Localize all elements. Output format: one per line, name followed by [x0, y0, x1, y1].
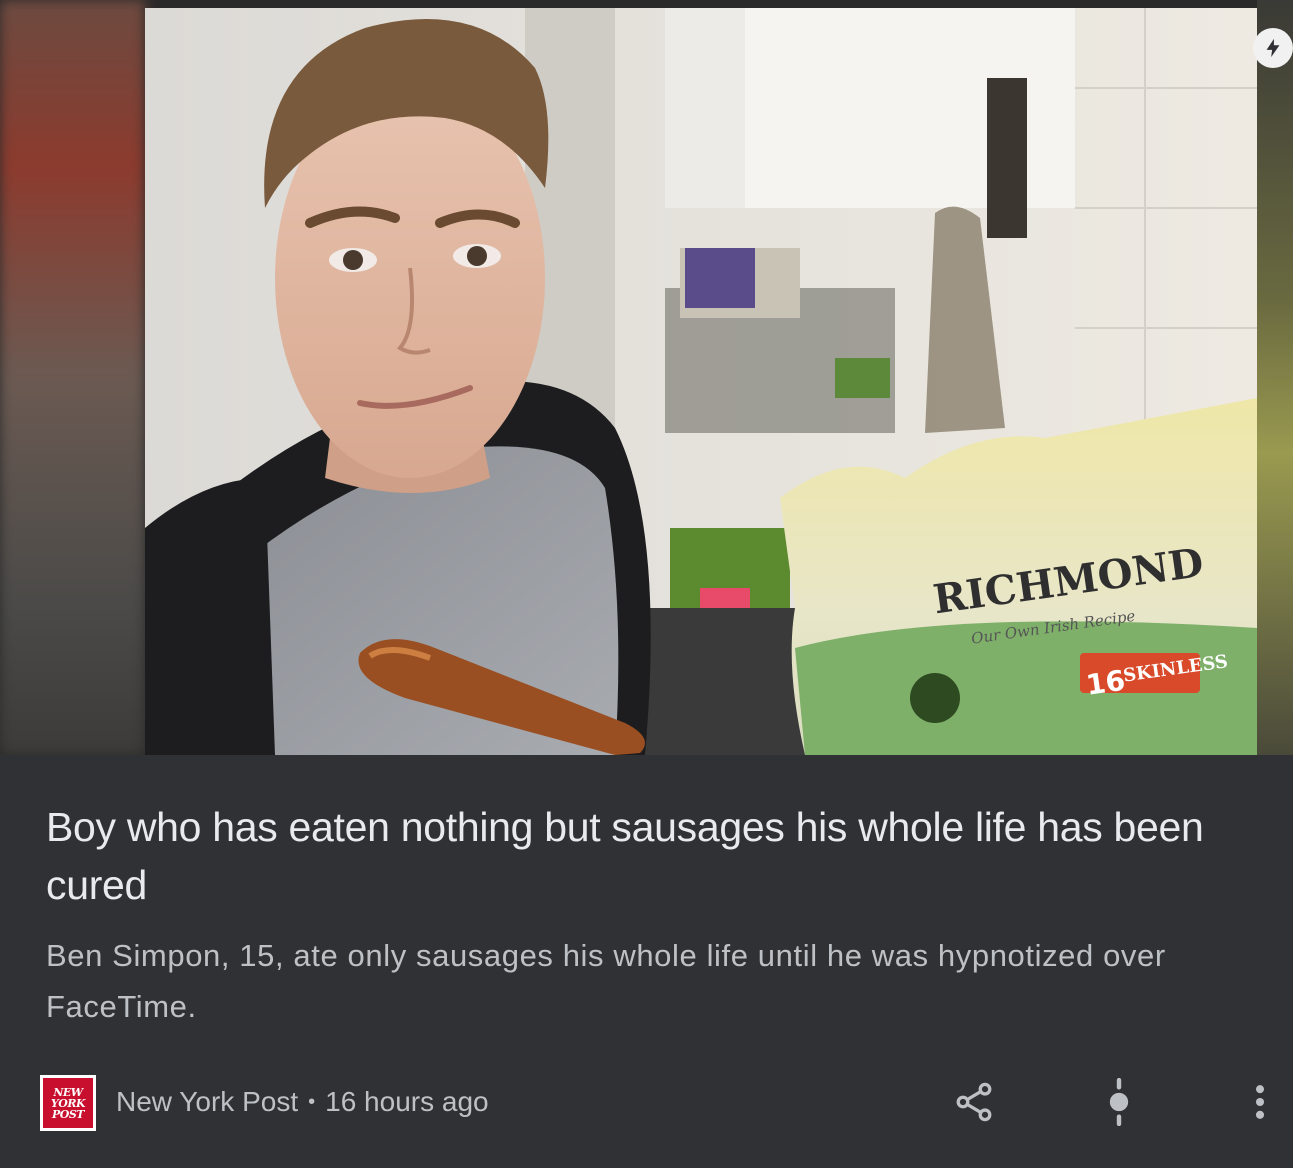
share-button[interactable]	[950, 1078, 998, 1126]
share-icon	[956, 1082, 992, 1122]
logo-line-3: POST	[52, 1107, 84, 1121]
logo-line-1: NEW	[53, 1085, 83, 1099]
image-count-text: 16	[1084, 664, 1127, 702]
publish-time: 16 hours ago	[325, 1086, 489, 1117]
image-blur-right	[1257, 0, 1293, 755]
news-card[interactable]: RICHMOND Our Own Irish Recipe 16 SKINLES…	[0, 0, 1293, 1168]
follow-icon	[1109, 1078, 1129, 1126]
more-vert-icon	[1255, 1085, 1265, 1119]
article-photo: RICHMOND Our Own Irish Recipe 16 SKINLES…	[145, 8, 1257, 755]
flash-icon	[1266, 38, 1280, 58]
article-snippet: Ben Simpon, 15, ate only sausages his wh…	[46, 938, 1166, 1024]
source-logo: NEW YORK POST	[40, 1075, 96, 1131]
meta-separator: •	[308, 1091, 316, 1113]
image-blur-left	[0, 0, 145, 755]
follow-button[interactable]	[1095, 1078, 1143, 1126]
card-footer: NEW YORK POST New York Post • 16 hours ago	[0, 1072, 1293, 1132]
more-options-button[interactable]	[1236, 1078, 1284, 1126]
source-logo-text: NEW YORK POST	[43, 1078, 93, 1128]
article-title[interactable]: Boy who has eaten nothing but sausages h…	[46, 798, 1246, 914]
amp-flash-badge[interactable]	[1253, 28, 1293, 68]
logo-line-2: YORK	[50, 1096, 86, 1110]
source-name[interactable]: New York Post	[116, 1086, 298, 1117]
source-meta: New York Post • 16 hours ago	[116, 1084, 489, 1120]
article-image[interactable]: RICHMOND Our Own Irish Recipe 16 SKINLES…	[0, 0, 1293, 755]
